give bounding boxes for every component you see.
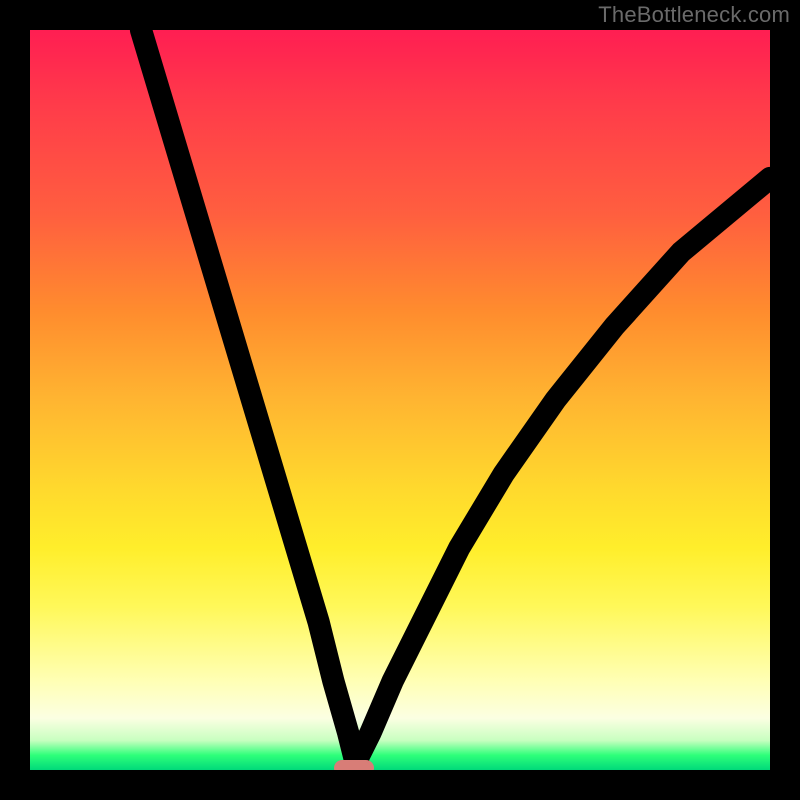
attribution-text: TheBottleneck.com [598, 2, 790, 28]
curve-left-branch [141, 30, 356, 763]
curve-right-branch [356, 178, 770, 763]
vertex-marker [334, 760, 374, 770]
chart-frame: TheBottleneck.com [0, 0, 800, 800]
plot-area [30, 30, 770, 770]
bottleneck-curve [30, 30, 770, 770]
